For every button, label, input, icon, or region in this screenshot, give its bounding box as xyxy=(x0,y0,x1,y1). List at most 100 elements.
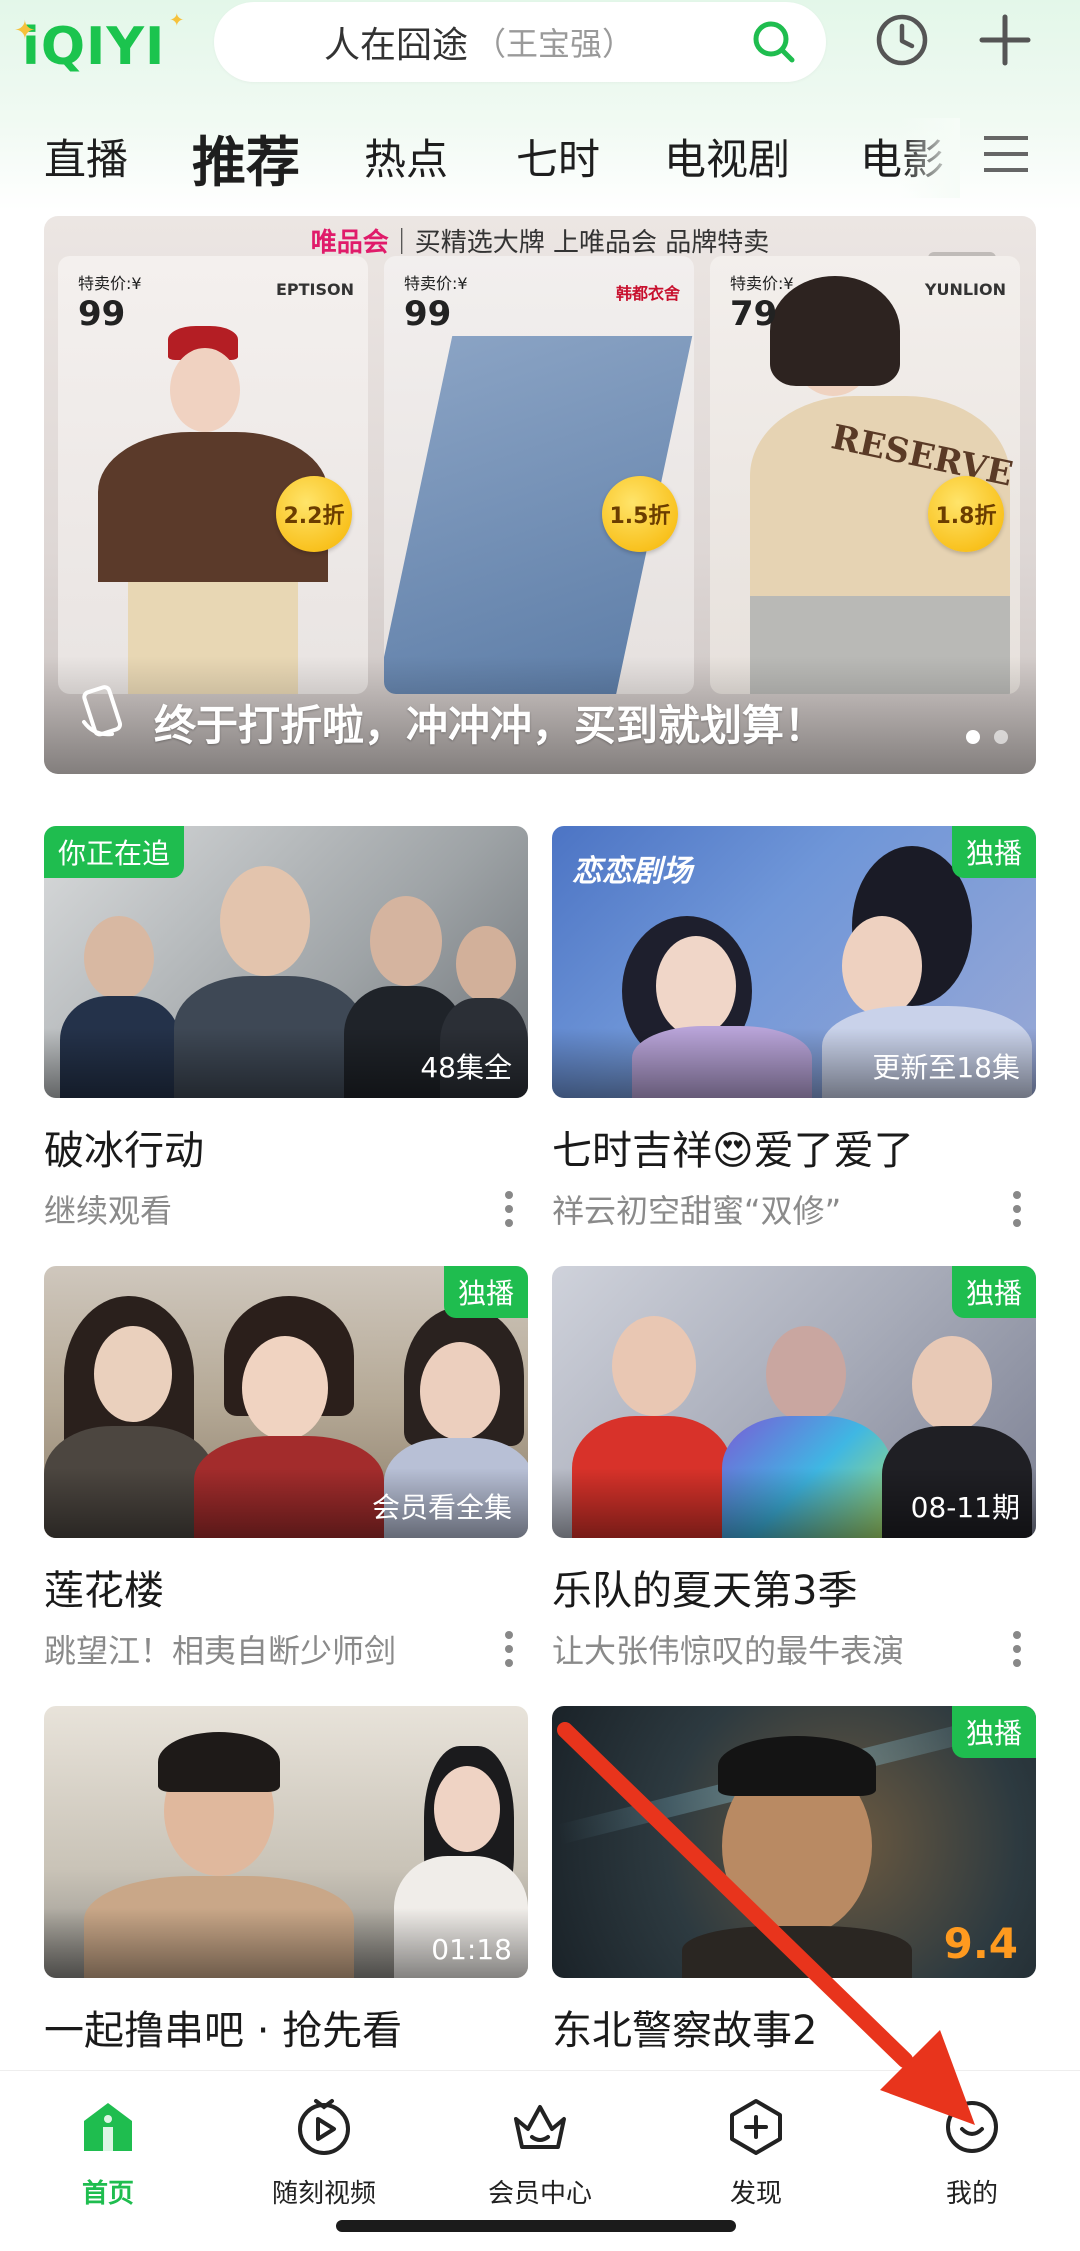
exclusive-badge: 独播 xyxy=(443,1266,528,1318)
price-label: 特卖价:¥ xyxy=(78,274,142,293)
actress-face xyxy=(656,936,736,1036)
actor-face xyxy=(842,916,922,1016)
performer-face xyxy=(612,1316,696,1416)
sparkle-icon: ✦ xyxy=(14,16,37,46)
video-subtitle: 继续观看 xyxy=(44,1192,173,1230)
ad-product-card[interactable]: RESERVE 特卖价:¥ 79 YUNLION 1.8折 xyxy=(710,256,1020,694)
video-title[interactable]: 七时吉祥😍爱了爱了 xyxy=(552,1118,1036,1176)
video-subtitle-row: 跳望江！相夷自断少师剑 xyxy=(44,1626,528,1672)
price-label: 特卖价:¥ xyxy=(730,274,794,293)
plus-icon[interactable] xyxy=(977,12,1033,68)
ad-caption: 终于打折啦，冲冲冲，买到就划算！ xyxy=(154,701,827,750)
price-box: 特卖价:¥ 99 xyxy=(78,270,142,334)
video-title[interactable]: 破冰行动 xyxy=(44,1118,528,1176)
profile-icon xyxy=(946,2101,998,2153)
video-card[interactable]: 你正在追 48集全 破冰行动 继续观看 xyxy=(44,826,528,1232)
video-card[interactable]: 恋恋剧场 独播 更新至18集 七时吉祥😍爱了爱了 祥云初空甜蜜“双修” xyxy=(552,826,1036,1232)
price-box: 特卖价:¥ 99 xyxy=(404,270,468,334)
nav-label-profile: 我的 xyxy=(945,2179,998,2209)
ad-banner[interactable]: 唯品会｜买精选大牌 上唯品会 品牌特卖 广告 特卖价:¥ 99 EPTISON … xyxy=(44,216,1036,774)
exclusive-badge: 独播 xyxy=(951,1266,1036,1318)
header: ✦ iQIYI ✦ 人在囧途 （王宝强） xyxy=(0,0,1080,120)
sparkle-icon: ✦ xyxy=(169,10,186,31)
category-tabs: 直播 推荐 热点 七时 电视剧 电影 xyxy=(0,118,1080,198)
nav-discover[interactable]: 发现 xyxy=(656,2095,856,2210)
search-bar[interactable]: 人在囧途 （王宝强） xyxy=(214,2,826,82)
video-thumbnail[interactable]: 独播 08-11期 xyxy=(552,1266,1036,1538)
more-vertical-icon[interactable] xyxy=(504,1630,514,1668)
shake-hand-icon xyxy=(82,685,123,737)
brand-logo: EPTISON xyxy=(275,280,354,299)
performer-face xyxy=(766,1326,846,1422)
nav-label-home: 首页 xyxy=(81,2179,134,2209)
actor-face xyxy=(370,896,442,986)
more-vertical-icon[interactable] xyxy=(1012,1630,1022,1668)
tab-tv-series[interactable]: 电视剧 xyxy=(664,126,790,187)
price-value: 99 xyxy=(78,294,126,334)
video-card[interactable]: 独播 08-11期 乐队的夏天第3季 让大张伟惊叹的最牛表演 xyxy=(552,1266,1036,1672)
actor-face xyxy=(220,866,310,976)
tab-recommend[interactable]: 推荐 xyxy=(192,118,300,197)
model-face xyxy=(170,348,240,432)
discount-badge: 1.8折 xyxy=(928,476,1004,552)
video-title[interactable]: 东北警察故事2 xyxy=(552,1998,1036,2056)
video-card[interactable]: 01:18 一起撸串吧 · 抢先看 xyxy=(44,1706,528,2056)
actor-face xyxy=(242,1336,328,1440)
tab-hot[interactable]: 热点 xyxy=(364,126,448,187)
video-title[interactable]: 乐队的夏天第3季 xyxy=(552,1558,1036,1616)
discount-badge: 1.5折 xyxy=(602,476,678,552)
iqiyi-logo[interactable]: ✦ iQIYI ✦ xyxy=(14,10,184,80)
video-subtitle: 让大张伟惊叹的最牛表演 xyxy=(552,1632,905,1670)
video-thumbnail[interactable]: 独播 会员看全集 xyxy=(44,1266,528,1538)
nav-home[interactable]: 首页 xyxy=(8,2095,208,2210)
search-icon[interactable] xyxy=(750,18,798,66)
price-value: 99 xyxy=(404,294,452,334)
video-card[interactable]: 独播 会员看全集 莲花楼 跳望江！相夷自断少师剑 xyxy=(44,1266,528,1672)
tab-qishi[interactable]: 七时 xyxy=(516,126,600,187)
episode-info: 08-11期 xyxy=(910,1491,1020,1524)
ad-brand-name: 唯品会 xyxy=(310,228,389,258)
video-subtitle: 跳望江！相夷自断少师剑 xyxy=(44,1632,397,1670)
actor-face xyxy=(456,926,516,1002)
carousel-dots xyxy=(966,730,1008,744)
nav-profile[interactable]: 我的 xyxy=(872,2095,1072,2210)
tab-live[interactable]: 直播 xyxy=(44,126,128,187)
ad-product-card[interactable]: 特卖价:¥ 99 韩都衣舍 1.5折 xyxy=(384,256,694,694)
host-hair xyxy=(158,1732,280,1792)
watching-badge: 你正在追 xyxy=(44,826,185,878)
search-hint: （王宝强） xyxy=(474,25,635,63)
video-title[interactable]: 莲花楼 xyxy=(44,1558,528,1616)
history-clock-icon[interactable] xyxy=(874,12,930,68)
nav-label-vip-center: 会员中心 xyxy=(487,2179,592,2209)
carousel-dot-active xyxy=(966,730,980,744)
price-value: 79 xyxy=(730,294,778,334)
logo-text: iQIYI xyxy=(22,17,166,77)
video-duration: 01:18 xyxy=(431,1933,512,1966)
video-thumbnail[interactable]: 独播 9.4 xyxy=(552,1706,1036,1978)
play-circle-icon xyxy=(298,2099,350,2155)
more-vertical-icon[interactable] xyxy=(1012,1190,1022,1228)
nav-short-video[interactable]: 随刻视频 xyxy=(224,2095,424,2210)
video-card[interactable]: 独播 9.4 东北警察故事2 xyxy=(552,1706,1036,2056)
more-vertical-icon[interactable] xyxy=(504,1190,514,1228)
discount-badge: 2.2折 xyxy=(276,476,352,552)
exclusive-badge: 独播 xyxy=(951,1706,1036,1758)
price-label: 特卖价:¥ xyxy=(404,274,468,293)
video-title[interactable]: 一起撸串吧 · 抢先看 xyxy=(44,1998,528,2056)
ad-product-card[interactable]: 特卖价:¥ 99 EPTISON 2.2折 xyxy=(58,256,368,694)
performer-face xyxy=(912,1336,992,1432)
actor-face xyxy=(84,916,154,1000)
brand-logo: YUNLION xyxy=(924,280,1006,299)
episode-info: 会员看全集 xyxy=(371,1491,512,1524)
tabs-fade xyxy=(900,118,960,198)
actor-hair xyxy=(718,1736,876,1796)
exclusive-badge: 独播 xyxy=(951,826,1036,878)
menu-icon[interactable] xyxy=(980,132,1032,176)
nav-vip-center[interactable]: 会员中心 xyxy=(440,2095,640,2210)
video-thumbnail[interactable]: 恋恋剧场 独播 更新至18集 xyxy=(552,826,1036,1098)
episode-info: 更新至18集 xyxy=(872,1051,1020,1084)
video-thumbnail[interactable]: 01:18 xyxy=(44,1706,528,1978)
video-thumbnail[interactable]: 你正在追 48集全 xyxy=(44,826,528,1098)
nav-label-short-video: 随刻视频 xyxy=(271,2179,376,2209)
ad-brand-line: 唯品会｜买精选大牌 上唯品会 品牌特卖 xyxy=(44,222,1036,259)
